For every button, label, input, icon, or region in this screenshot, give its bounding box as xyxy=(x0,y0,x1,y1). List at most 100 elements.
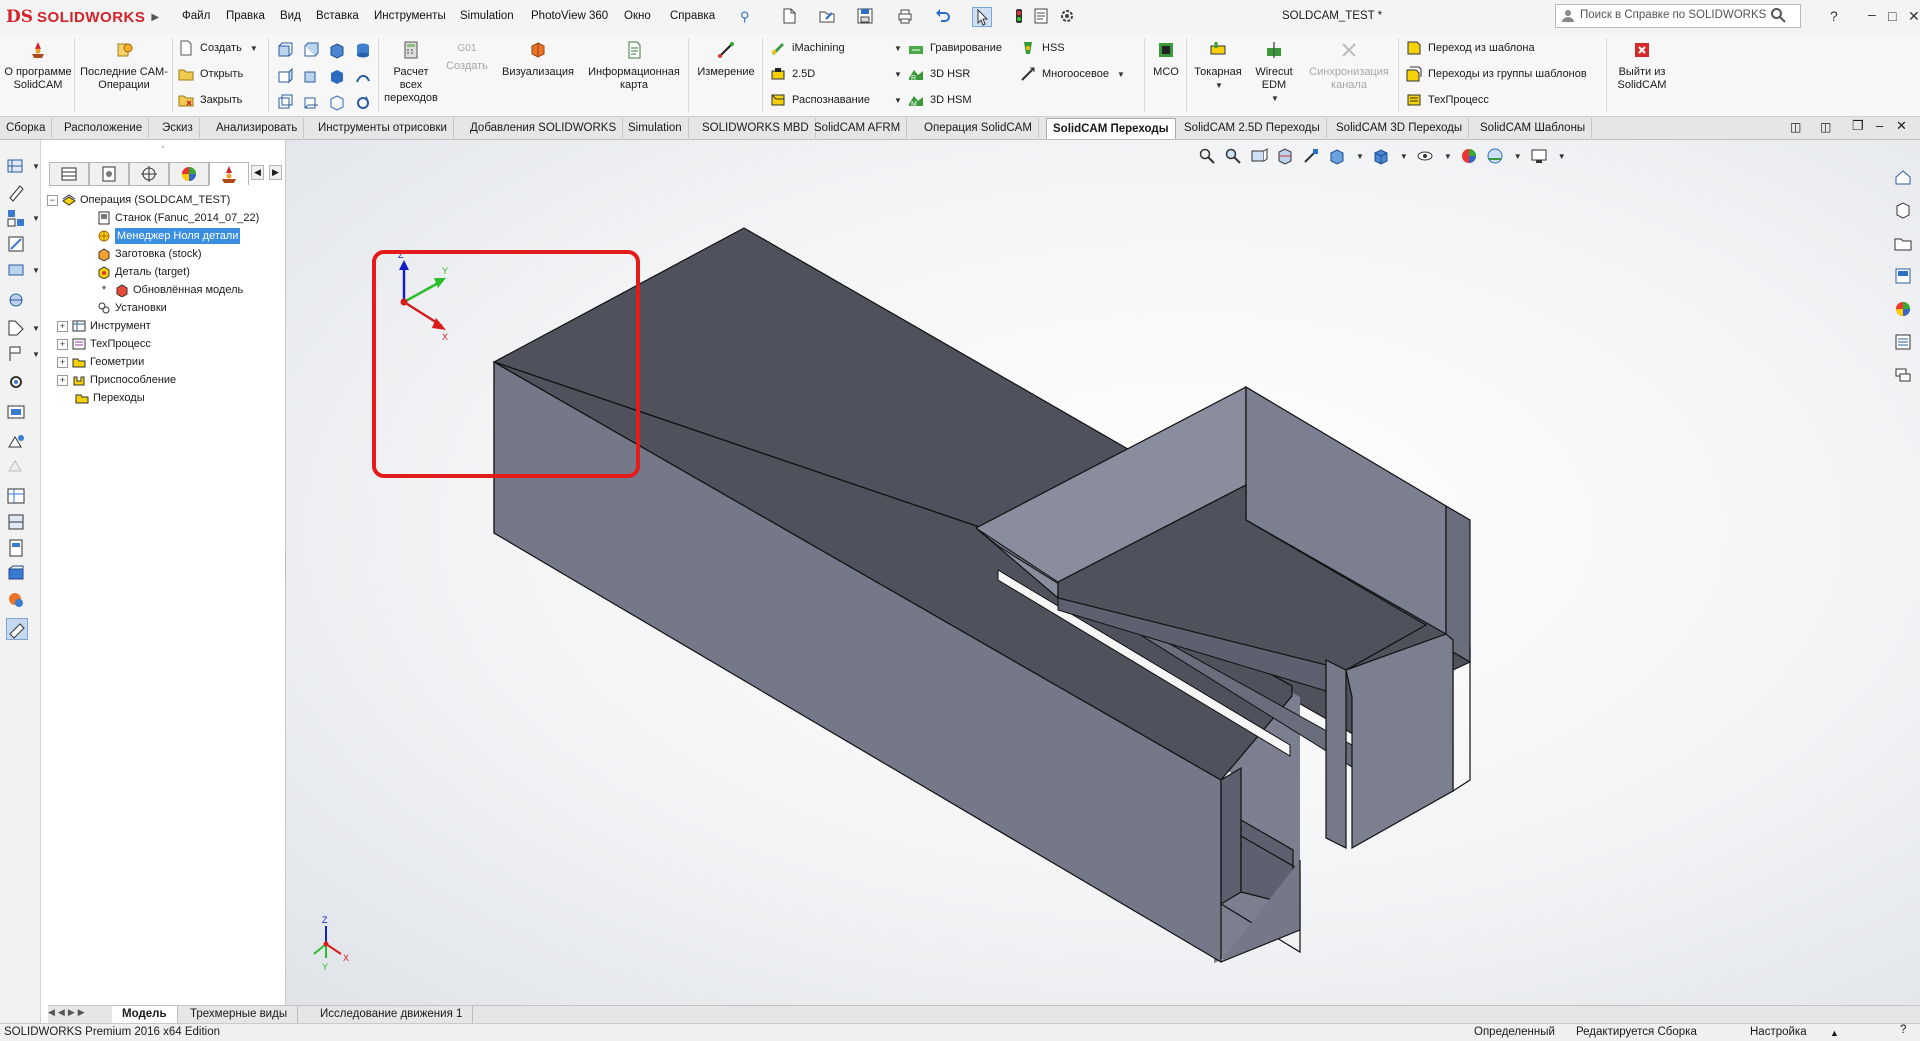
select-cursor-icon[interactable] xyxy=(972,7,992,27)
chevron-down-icon[interactable]: ▼ xyxy=(1400,152,1408,161)
toolbar-tool-icon-17[interactable] xyxy=(6,590,26,610)
chevron-down-icon[interactable]: ▼ xyxy=(1558,152,1566,161)
file-properties-icon[interactable] xyxy=(1032,7,1050,25)
machined-part[interactable] xyxy=(492,227,1471,964)
dynamic-annotation-icon[interactable] xyxy=(1302,147,1320,165)
part-zero-axes[interactable]: Z X Y xyxy=(398,250,448,342)
25d-button[interactable]: 2.5D xyxy=(770,64,815,84)
toolbar-tool-icon-4[interactable] xyxy=(6,234,26,254)
tree-item-geometries[interactable]: + Геометрии xyxy=(57,354,144,370)
view-cube-top-icon[interactable] xyxy=(302,42,320,60)
toolbar-tool-icon-3[interactable] xyxy=(6,208,26,228)
chevron-down-icon[interactable]: ▼ xyxy=(894,70,902,79)
toolbar-tool-icon-10[interactable] xyxy=(6,402,26,422)
display-manager-tab-icon[interactable] xyxy=(169,162,209,186)
chevron-down-icon[interactable]: ▼ xyxy=(1444,152,1452,161)
toolbar-tool-icon-14[interactable] xyxy=(6,512,26,532)
zoom-to-fit-icon[interactable] xyxy=(1198,147,1216,165)
close-button[interactable]: Закрыть xyxy=(178,90,242,110)
database-icon[interactable] xyxy=(354,42,372,60)
home-icon[interactable] xyxy=(1894,168,1912,186)
about-solidcam-button[interactable]: О программе SolidCAM xyxy=(4,38,72,92)
toolbar-tool-icon-18[interactable] xyxy=(6,618,28,640)
section-view-icon[interactable] xyxy=(1276,147,1294,165)
g01-create-button[interactable]: G01 Создать xyxy=(444,38,490,73)
chevron-down-icon[interactable]: ▼ xyxy=(894,44,902,53)
view-iso-icon[interactable] xyxy=(328,42,346,60)
tree-item-zero-manager[interactable]: Менеджер Ноля детали xyxy=(97,228,241,244)
turning-button[interactable]: Токарная ▼ xyxy=(1190,38,1246,92)
status-help-icon[interactable]: ? xyxy=(1900,1024,1906,1036)
rebuild-icon[interactable] xyxy=(1010,7,1028,25)
edit-appearance-icon[interactable] xyxy=(1460,147,1478,165)
file-explorer-icon[interactable] xyxy=(1894,234,1912,252)
view-cube-front-icon[interactable] xyxy=(276,42,294,60)
tab-solidcam-operation[interactable]: Операция SolidCAM xyxy=(918,118,1039,138)
tab-solidcam-afrm[interactable]: SolidCAM AFRM xyxy=(808,118,908,138)
tabs-scroll-right-icon[interactable]: ▶ xyxy=(269,165,282,180)
tree-item-operation-root[interactable]: − Операция (SOLDCAM_TEST) xyxy=(47,192,230,208)
tree-item-target[interactable]: Деталь (target) xyxy=(97,264,190,280)
help-search-input[interactable]: Поиск в Справке по SOLIDWORKS xyxy=(1555,4,1801,28)
tab-scroll-arrows-icon[interactable]: ◀◀▶▶ xyxy=(48,1007,88,1018)
multiaxis-button[interactable]: Многоосевое ▼ xyxy=(1020,64,1125,84)
expand-icon[interactable]: + xyxy=(57,338,68,350)
open-folder-icon[interactable] xyxy=(818,7,836,25)
tabs-scroll-left-icon[interactable]: ◀ xyxy=(251,165,264,180)
chevron-down-icon[interactable]: ▼ xyxy=(1514,152,1522,161)
view-cube-right-icon[interactable] xyxy=(276,68,294,86)
open-button[interactable]: Открыть xyxy=(178,64,243,84)
info-card-button[interactable]: Информационная карта xyxy=(584,38,684,92)
tab-simulation[interactable]: Simulation xyxy=(622,118,689,138)
menu-file[interactable]: Файл xyxy=(182,10,210,22)
menu-window[interactable]: Окно xyxy=(624,10,651,22)
tab-solidcam-operations[interactable]: SolidCAM Переходы xyxy=(1046,118,1176,139)
tab-solidworks-mbd[interactable]: SOLIDWORKS MBD xyxy=(696,118,816,138)
collapse-icon[interactable]: − xyxy=(47,194,58,206)
from-template-button[interactable]: Переход из шаблона xyxy=(1406,38,1535,58)
tab-evaluate[interactable]: Анализировать xyxy=(210,118,305,138)
chevron-down-icon[interactable]: ▼ xyxy=(32,350,40,359)
display-style-icon[interactable] xyxy=(1372,147,1390,165)
toolbar-tool-icon-12[interactable] xyxy=(6,456,26,476)
menu-tools[interactable]: Инструменты xyxy=(374,10,446,22)
toolbar-tool-icon-7[interactable] xyxy=(6,318,26,338)
toolbar-tool-icon-16[interactable] xyxy=(6,564,26,584)
panel-grip-icon[interactable]: ◦ xyxy=(161,142,165,153)
undo-icon[interactable] xyxy=(934,7,952,25)
mco-button[interactable]: MCO xyxy=(1150,38,1182,79)
status-settings[interactable]: Настройка xyxy=(1750,1026,1807,1038)
tab-solidworks-addins[interactable]: Добавления SOLIDWORKS xyxy=(464,118,624,138)
menu-photoview[interactable]: PhotoView 360 xyxy=(531,10,608,22)
tab-motion-study[interactable]: Исследование движения 1 xyxy=(310,1006,474,1023)
tree-item-updated-model[interactable]: * Обновлённая модель xyxy=(97,282,243,298)
chevron-down-icon[interactable]: ▼ xyxy=(1356,152,1364,161)
hide-show-items-icon[interactable] xyxy=(1416,147,1434,165)
expand-icon[interactable]: + xyxy=(57,320,68,332)
tree-item-machine[interactable]: Станок (Fanuc_2014_07_22) xyxy=(97,210,259,226)
menu-edit[interactable]: Правка xyxy=(226,10,265,22)
tree-item-setups[interactable]: Установки xyxy=(97,300,167,316)
measure-button[interactable]: Измерение xyxy=(694,38,758,79)
view-cube-bottom-icon[interactable] xyxy=(302,94,320,112)
chevron-down-icon[interactable]: ▼ xyxy=(1192,79,1246,92)
toolbar-tool-icon-2[interactable] xyxy=(6,182,26,202)
feature-tree-tab-icon[interactable] xyxy=(49,162,89,186)
toolbar-tool-icon-9[interactable] xyxy=(6,372,26,392)
previous-view-icon[interactable] xyxy=(1250,147,1268,165)
model-canvas[interactable]: Z X Y Z X Y xyxy=(286,140,1920,1005)
menu-simulation[interactable]: Simulation xyxy=(460,10,514,22)
view-solid-icon[interactable] xyxy=(328,68,346,86)
toolbar-tool-icon-13[interactable] xyxy=(6,486,26,506)
minimize-doc-icon[interactable]: – xyxy=(1876,118,1883,133)
tab-solidcam-templates[interactable]: SolidCAM Шаблоны xyxy=(1474,118,1593,138)
recent-operations-button[interactable]: Последние CAM-Операции xyxy=(78,38,170,92)
toolbar-tool-icon-1[interactable] xyxy=(6,156,26,176)
units-chevron-up-icon[interactable]: ▲ xyxy=(1830,1028,1839,1038)
chevron-down-icon[interactable]: ▼ xyxy=(32,324,40,333)
channel-sync-button[interactable]: Синхронизация канала xyxy=(1304,38,1394,92)
tree-item-stock[interactable]: Заготовка (stock) xyxy=(97,246,202,262)
minimize-icon[interactable]: – xyxy=(1868,6,1876,22)
restore-window-icon[interactable]: ❐ xyxy=(1852,118,1864,134)
tree-item-operations[interactable]: Переходы xyxy=(75,390,145,406)
